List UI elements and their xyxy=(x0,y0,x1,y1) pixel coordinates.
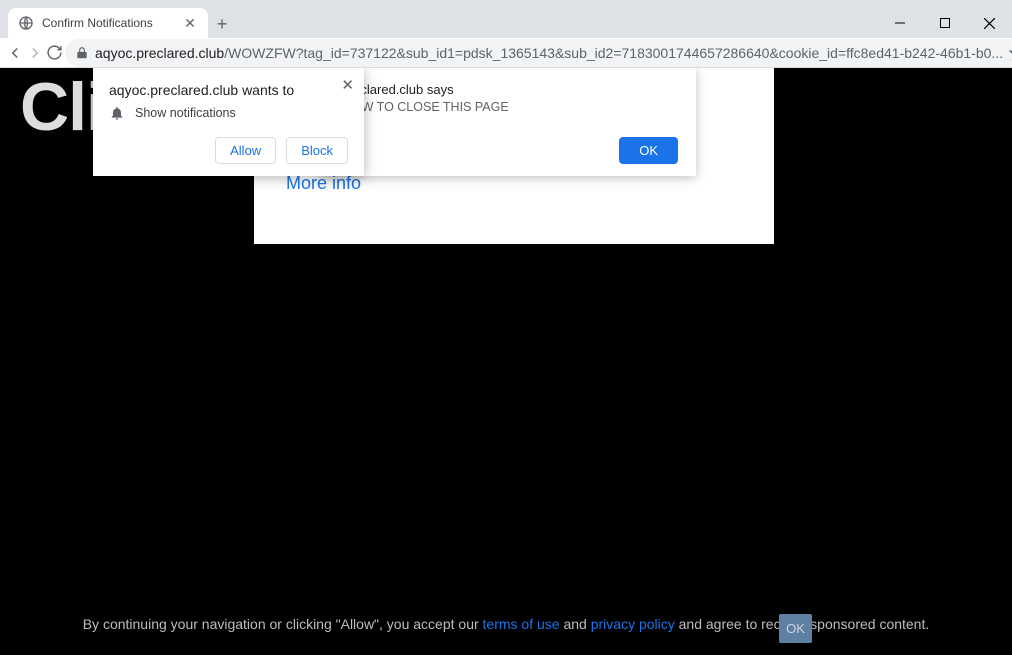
close-window-button[interactable] xyxy=(967,8,1012,38)
url-text: aqyoc.preclared.club/WOWZFW?tag_id=73712… xyxy=(95,45,1003,61)
page-content: Cli ck "Allow" to confirm that yo u are … xyxy=(0,68,1012,655)
alert-origin: .preclared.club says xyxy=(338,82,678,97)
consent-footer: By continuing your navigation or clickin… xyxy=(0,615,1012,635)
footer-text-1: By continuing your navigation or clickin… xyxy=(83,616,483,632)
heading-left: Cli xyxy=(20,69,104,145)
titlebar xyxy=(0,0,1012,8)
window-controls xyxy=(877,8,1012,38)
more-info-link[interactable]: More info xyxy=(286,173,361,194)
browser-toolbar: aqyoc.preclared.club/WOWZFW?tag_id=73712… xyxy=(0,38,1012,68)
privacy-link[interactable]: privacy policy xyxy=(591,616,675,632)
prompt-close-icon[interactable]: ✕ xyxy=(341,76,354,94)
javascript-alert: .preclared.club says LLOW TO CLOSE THIS … xyxy=(320,68,696,176)
allow-button[interactable]: Allow xyxy=(215,137,276,164)
forward-button[interactable] xyxy=(26,39,44,67)
footer-ok-button[interactable]: OK xyxy=(779,614,812,643)
notification-permission-prompt: ✕ aqyoc.preclared.club wants to Show not… xyxy=(93,68,364,176)
block-button[interactable]: Block xyxy=(286,137,348,164)
alert-ok-button[interactable]: OK xyxy=(619,137,678,164)
new-tab-button[interactable]: + xyxy=(208,10,236,38)
url-path: /WOWZFW?tag_id=737122&sub_id1=pdsk_13651… xyxy=(224,45,1003,61)
tab-close-icon[interactable]: ✕ xyxy=(182,15,198,31)
browser-tab[interactable]: Confirm Notifications ✕ xyxy=(8,8,208,38)
prompt-permission-label: Show notifications xyxy=(135,106,236,120)
tab-title: Confirm Notifications xyxy=(42,16,174,30)
globe-icon xyxy=(18,15,34,31)
maximize-button[interactable] xyxy=(922,8,967,38)
lock-icon xyxy=(75,46,89,60)
minimize-button[interactable] xyxy=(877,8,922,38)
address-bar[interactable]: aqyoc.preclared.club/WOWZFW?tag_id=73712… xyxy=(65,39,1012,67)
back-button[interactable] xyxy=(6,39,24,67)
prompt-title: aqyoc.preclared.club wants to xyxy=(109,82,348,98)
alert-message: LLOW TO CLOSE THIS PAGE xyxy=(338,100,678,114)
bell-icon xyxy=(109,105,125,121)
tab-strip: Confirm Notifications ✕ + xyxy=(0,8,1012,38)
url-host: aqyoc.preclared.club xyxy=(95,45,224,61)
terms-link[interactable]: terms of use xyxy=(483,616,560,632)
reload-button[interactable] xyxy=(46,39,63,67)
footer-and: and xyxy=(560,616,591,632)
